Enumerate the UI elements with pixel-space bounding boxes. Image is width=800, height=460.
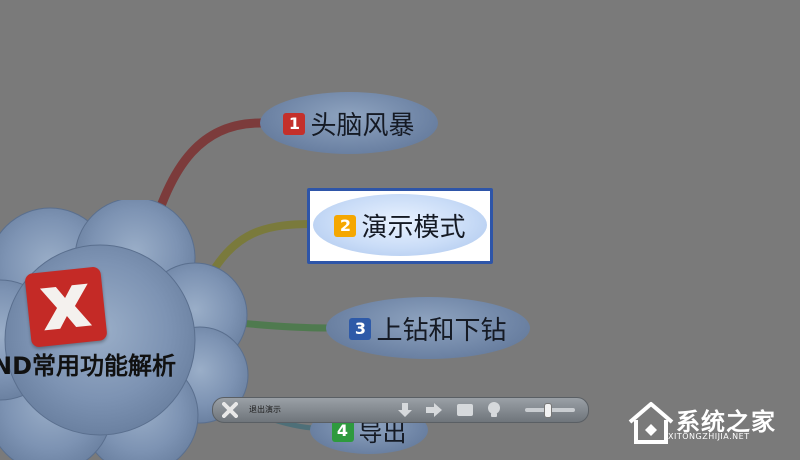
topic-number-badge: 4 — [331, 420, 354, 442]
topic-number-badge: 1 — [283, 113, 306, 135]
zoom-slider[interactable] — [525, 403, 575, 418]
topic-brainstorm[interactable]: 1 头脑风暴 — [260, 92, 438, 154]
next-level-button[interactable] — [395, 401, 415, 419]
lightbulb-icon — [488, 402, 500, 417]
presentation-toolbar: 退出演示 — [212, 397, 589, 423]
overview-button[interactable] — [455, 401, 475, 419]
zoom-slider-thumb[interactable] — [544, 403, 552, 418]
spotlight-button[interactable] — [485, 400, 503, 420]
exit-presentation-label: 退出演示 — [249, 405, 281, 414]
topic-label: 演示模式 — [361, 212, 466, 243]
central-topic-label: ND常用功能解析 — [0, 352, 177, 380]
next-topic-button[interactable] — [423, 401, 445, 419]
xmind-logo-icon — [24, 266, 108, 348]
exit-presentation-button[interactable] — [219, 400, 241, 420]
arrow-right-icon — [426, 403, 442, 417]
topic-drill-up-down[interactable]: 3 上钻和下钻 — [326, 297, 530, 359]
square-icon — [457, 404, 473, 416]
topic-number-badge: 3 — [349, 318, 372, 340]
topic-number-badge: 2 — [334, 215, 357, 237]
topic-label: 上钻和下钻 — [376, 315, 507, 346]
watermark: 系统之家 XITONGZHIJIA.NET — [628, 396, 800, 450]
topic-presentation-mode[interactable]: 2 演示模式 — [313, 194, 487, 256]
topic-label: 头脑风暴 — [310, 110, 415, 141]
close-icon — [222, 402, 238, 418]
arrow-down-icon — [398, 403, 412, 417]
watermark-url: XITONGZHIJIA.NET — [668, 432, 750, 441]
mindmap-canvas[interactable]: ND常用功能解析 1 头脑风暴 2 演示模式 3 上钻和下钻 4 导出 退出演示 — [0, 0, 800, 460]
